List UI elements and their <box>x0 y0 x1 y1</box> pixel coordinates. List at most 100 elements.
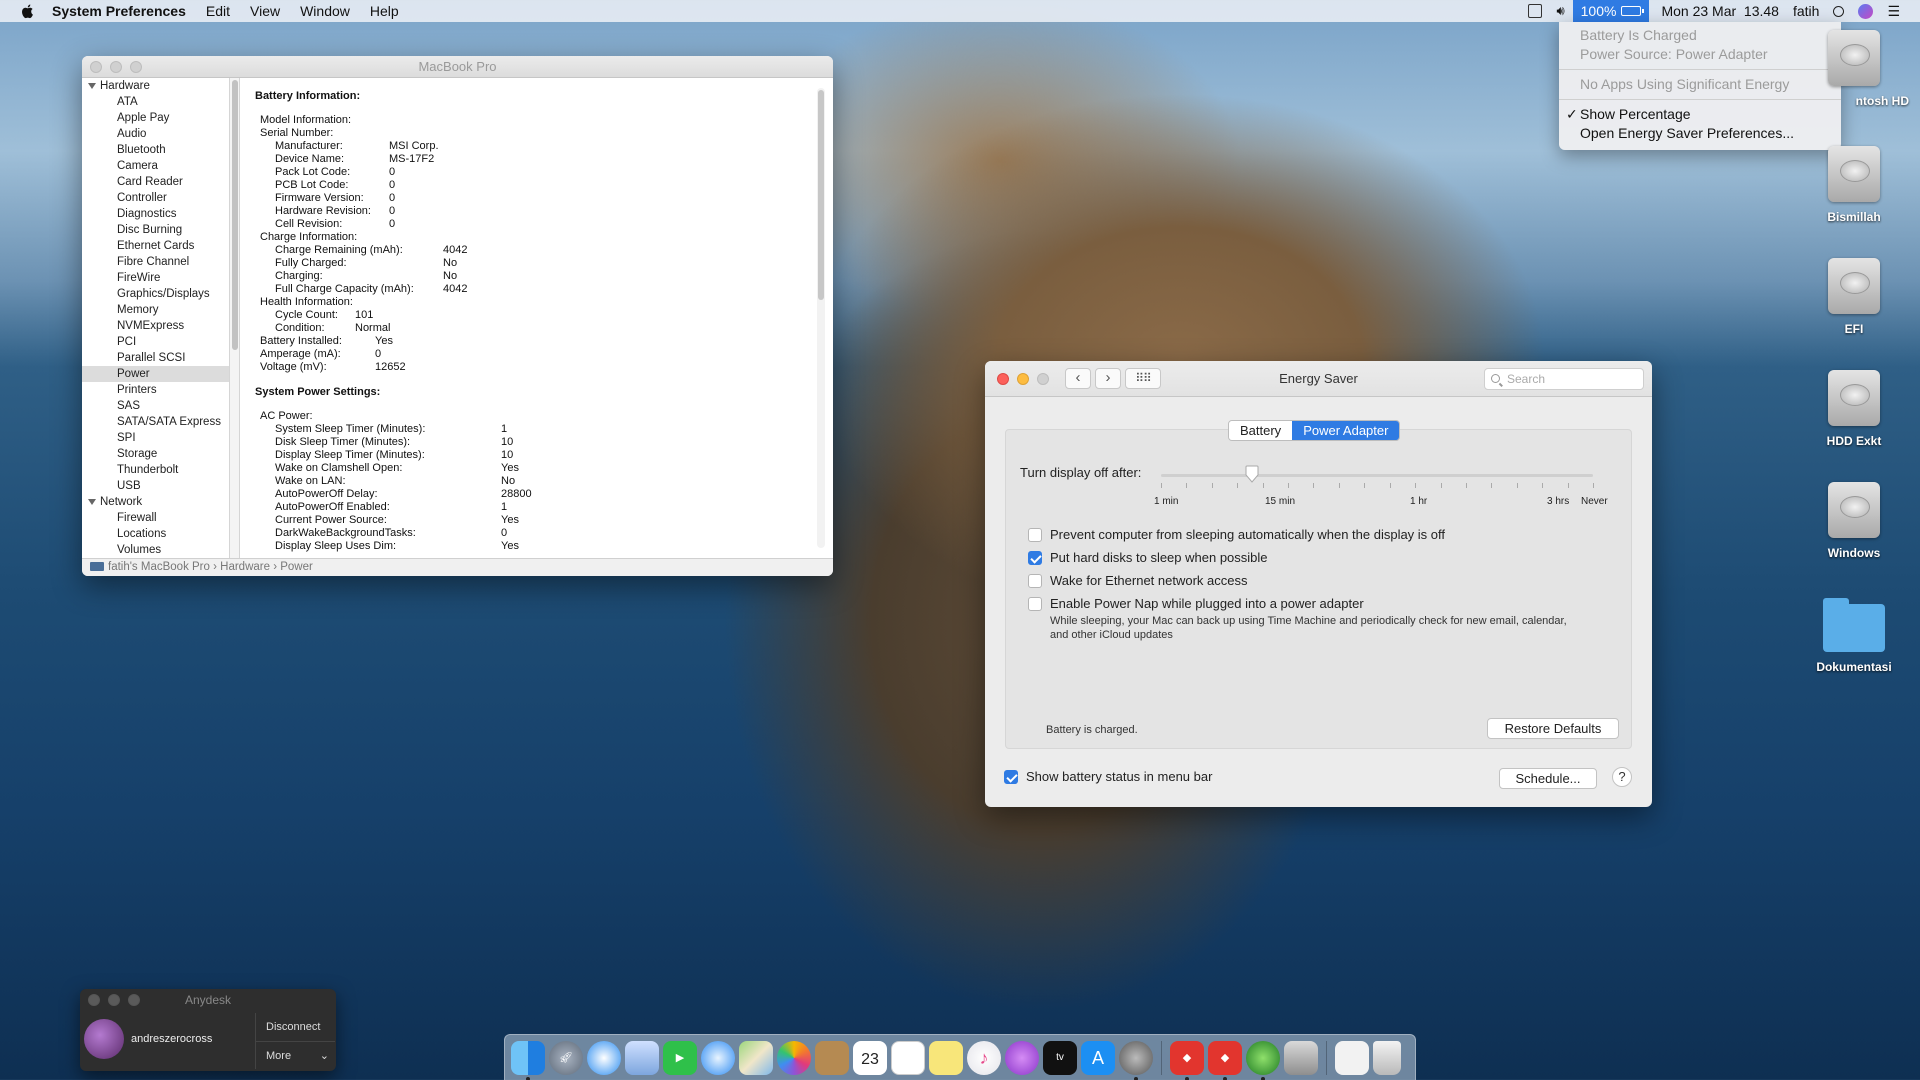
checkbox-checked[interactable] <box>1028 550 1042 565</box>
stickies-icon[interactable] <box>929 1040 963 1075</box>
more-button[interactable]: More ⌄ <box>256 1041 335 1069</box>
display-sleep-slider-track[interactable] <box>1161 474 1593 477</box>
window-titlebar[interactable]: Anydesk <box>80 989 336 1011</box>
minimize-button[interactable] <box>110 61 122 73</box>
sidebar-item[interactable]: Ethernet Cards <box>82 238 229 254</box>
finder-icon[interactable] <box>511 1040 545 1080</box>
open-energy-saver-item[interactable]: Open Energy Saver Preferences... <box>1559 124 1841 143</box>
close-button[interactable] <box>90 61 102 73</box>
menu-help[interactable]: Help <box>370 3 399 19</box>
wake-ethernet-checkbox[interactable]: Wake for Ethernet network access <box>1028 573 1248 588</box>
anydesk-icon[interactable]: ◆ <box>1208 1040 1242 1080</box>
reminders-icon[interactable] <box>891 1040 925 1075</box>
sidebar-item[interactable]: Power <box>82 366 229 382</box>
app-store-icon[interactable]: A <box>1081 1040 1115 1075</box>
display-sleep-slider-knob[interactable] <box>1245 465 1259 483</box>
safari-icon[interactable] <box>587 1040 621 1075</box>
tab-battery[interactable]: Battery <box>1229 421 1293 440</box>
disk-sleep-checkbox[interactable]: Put hard disks to sleep when possible <box>1028 550 1268 565</box>
sidebar-item[interactable]: Card Reader <box>82 174 229 190</box>
menu-view[interactable]: View <box>250 3 280 19</box>
anydesk-icon[interactable]: ◆ <box>1170 1040 1204 1080</box>
clover-icon[interactable] <box>1284 1040 1318 1075</box>
menubar-user[interactable]: fatih <box>1793 3 1819 19</box>
tab-power-adapter[interactable]: Power Adapter <box>1292 421 1400 440</box>
desktop-icon-dokumentasi[interactable]: Dokumentasi <box>1799 598 1909 674</box>
volume-icon[interactable]: 🔊︎ <box>1556 3 1564 19</box>
sidebar-item[interactable]: Disc Burning <box>82 222 229 238</box>
show-all-grid-button[interactable]: ⠿⠿ <box>1125 368 1161 389</box>
app-menu-system-preferences[interactable]: System Preferences <box>52 3 186 19</box>
search-field[interactable]: Search <box>1484 368 1644 390</box>
sidebar-item[interactable]: Camera <box>82 158 229 174</box>
path-power[interactable]: Power <box>280 561 313 573</box>
desktop-icon-windows[interactable]: Windows <box>1799 482 1909 560</box>
sidebar-group-network[interactable]: Network <box>82 494 229 510</box>
sidebar-item[interactable]: USB <box>82 478 229 494</box>
sidebar-item[interactable]: FireWire <box>82 270 229 286</box>
show-battery-status-checkbox[interactable]: Show battery status in menu bar <box>1004 769 1212 784</box>
path-hardware[interactable]: Hardware <box>220 561 270 573</box>
schedule-button[interactable]: Schedule... <box>1499 768 1597 789</box>
sidebar-item[interactable]: NVMExpress <box>82 318 229 334</box>
desktop-icon-bismillah[interactable]: Bismillah <box>1799 146 1909 224</box>
menu-edit[interactable]: Edit <box>206 3 230 19</box>
trash-icon[interactable] <box>1373 1040 1401 1075</box>
maps-icon[interactable] <box>739 1040 773 1075</box>
sidebar-item[interactable]: SPI <box>82 430 229 446</box>
photos-icon[interactable] <box>777 1040 811 1075</box>
notification-center-icon[interactable]: ☰ <box>1887 3 1900 20</box>
sidebar-item[interactable]: Audio <box>82 126 229 142</box>
minimize-button[interactable] <box>108 994 120 1006</box>
checkbox[interactable] <box>1028 573 1042 588</box>
sidebar-item[interactable]: Thunderbolt <box>82 462 229 478</box>
siri-icon[interactable] <box>1858 3 1874 19</box>
sidebar-item[interactable]: Locations <box>82 526 229 542</box>
facetime-icon[interactable]: ▶ <box>663 1040 697 1075</box>
podcasts-icon[interactable] <box>1005 1040 1039 1075</box>
detail-scrollbar[interactable] <box>817 88 825 548</box>
window-titlebar[interactable]: ‹ › ⠿⠿ Energy Saver Search <box>985 361 1652 397</box>
sidebar-item[interactable]: Memory <box>82 302 229 318</box>
help-button[interactable]: ? <box>1612 767 1632 787</box>
document-icon[interactable] <box>1335 1040 1369 1075</box>
close-button[interactable] <box>88 994 100 1006</box>
sidebar-item[interactable]: Printers <box>82 382 229 398</box>
sidebar-item[interactable]: Bluetooth <box>82 142 229 158</box>
close-button[interactable] <box>997 373 1009 385</box>
minimize-button[interactable] <box>1017 373 1029 385</box>
messages-icon[interactable] <box>701 1040 735 1075</box>
disconnect-button[interactable]: Disconnect <box>256 1013 335 1041</box>
sidebar-item[interactable]: PCI <box>82 334 229 350</box>
launchpad-icon[interactable]: 🚀︎ <box>549 1040 583 1075</box>
back-button[interactable]: ‹ <box>1065 368 1091 389</box>
sidebar-item[interactable]: Diagnostics <box>82 206 229 222</box>
window-titlebar[interactable]: MacBook Pro <box>82 56 833 78</box>
zoom-button[interactable] <box>130 61 142 73</box>
preview-icon[interactable] <box>625 1040 659 1075</box>
path-computer[interactable]: fatih's MacBook Pro <box>108 561 210 573</box>
sidebar-item[interactable]: Volumes <box>82 542 229 558</box>
checkbox[interactable] <box>1028 596 1042 611</box>
sidebar-item[interactable]: ATA <box>82 94 229 110</box>
notes-icon[interactable] <box>815 1040 849 1075</box>
sidebar-item[interactable]: Graphics/Displays <box>82 286 229 302</box>
restore-defaults-button[interactable]: Restore Defaults <box>1487 718 1619 739</box>
sidebar-item[interactable]: Apple Pay <box>82 110 229 126</box>
sidebar-item[interactable]: Parallel SCSI <box>82 350 229 366</box>
sidebar-item[interactable]: SAS <box>82 398 229 414</box>
checkbox[interactable] <box>1028 527 1042 542</box>
menubar-clock[interactable]: Mon 23 Mar 13.48 <box>1661 3 1779 19</box>
zoom-button[interactable] <box>1037 373 1049 385</box>
tv-icon[interactable]: tv <box>1043 1040 1077 1075</box>
activity-monitor-icon[interactable] <box>1528 4 1543 18</box>
spotlight-icon[interactable] <box>1833 5 1845 17</box>
menu-window[interactable]: Window <box>300 3 350 19</box>
battery-menu-extra[interactable]: 100% <box>1572 0 1650 22</box>
sidebar-item[interactable]: Firewall <box>82 510 229 526</box>
desktop-icon-efi[interactable]: EFI <box>1799 258 1909 336</box>
sidebar-item[interactable]: Storage <box>82 446 229 462</box>
activity-icon[interactable] <box>1246 1040 1280 1080</box>
forward-button[interactable]: › <box>1095 368 1121 389</box>
zoom-button[interactable] <box>128 994 140 1006</box>
